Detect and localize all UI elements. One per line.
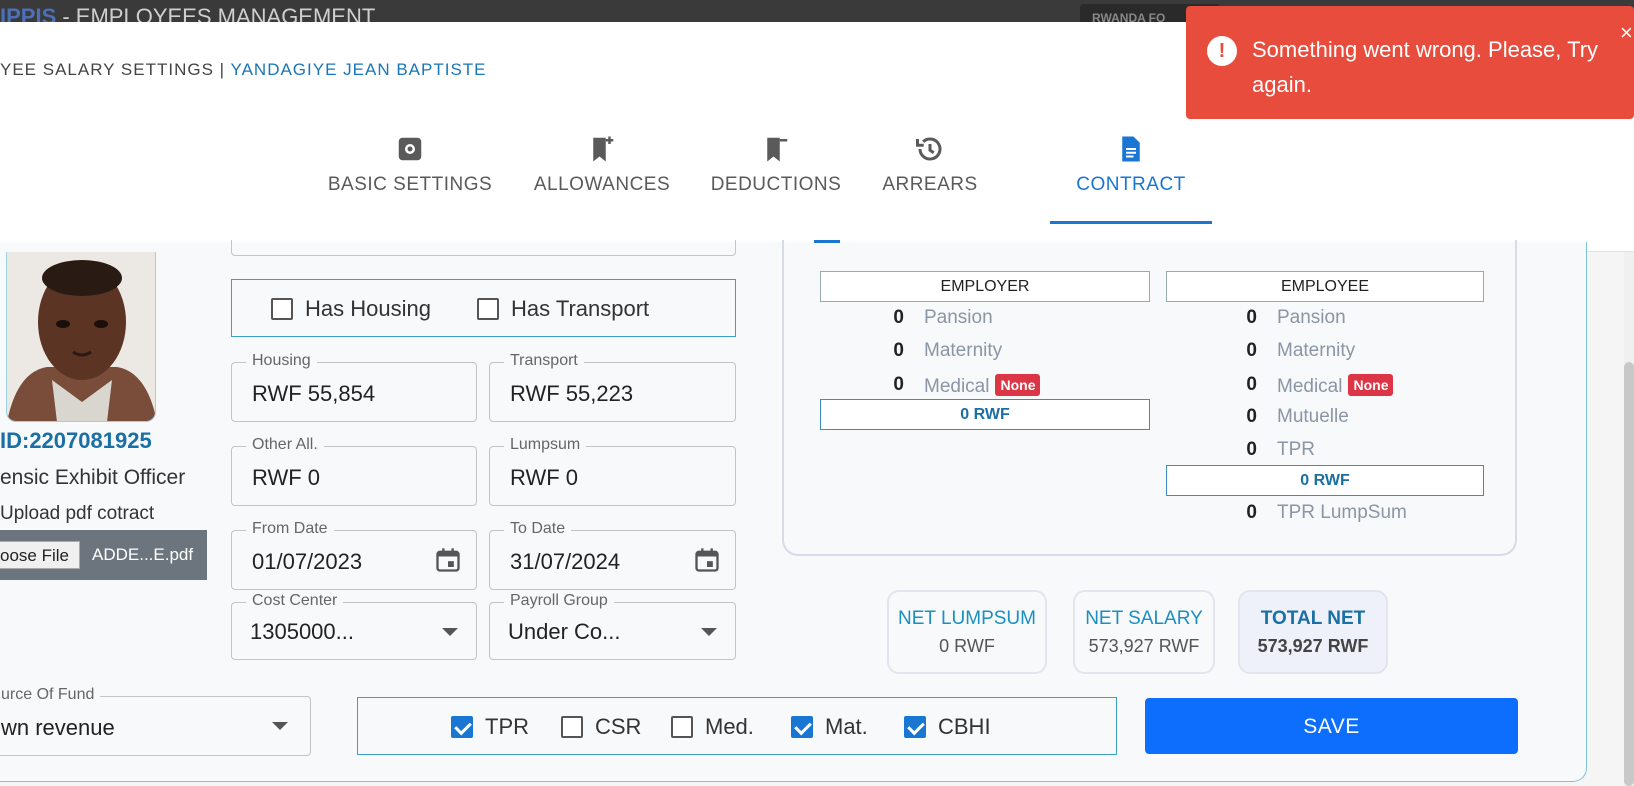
tab-basic-settings[interactable]: BASIC SETTINGS: [318, 110, 502, 224]
choose-file-button[interactable]: oose File: [0, 541, 80, 569]
employer-header: EMPLOYER: [820, 271, 1150, 302]
bookmark-plus-icon: [593, 136, 614, 162]
scrollbar-thumb[interactable]: [1624, 362, 1634, 786]
toast-message: Something went wrong. Please, Try again.: [1252, 37, 1599, 97]
employee-row: 0 Maternity: [1246, 340, 1356, 361]
modal-title: YEE SALARY SETTINGS | YANDAGIYE JEAN BAP…: [0, 60, 487, 79]
has-transport-checkbox[interactable]: Has Transport: [477, 296, 649, 322]
gear-icon: [398, 137, 422, 161]
selected-file-name: ADDE...E.pdf: [92, 545, 194, 564]
checkbox-icon: [791, 715, 813, 738]
employee-row: 0 Mutuelle: [1246, 406, 1349, 427]
employee-name: YANDAGIYE JEAN BAPTISTE: [230, 60, 487, 79]
chevron-down-icon: [442, 628, 458, 636]
employee-row: 0 Pansion: [1246, 307, 1346, 328]
csr-checkbox[interactable]: CSR: [561, 714, 641, 740]
error-toast: ! Something went wrong. Please, Try agai…: [1186, 6, 1634, 119]
from-date-field[interactable]: From Date 01/07/2023: [231, 520, 477, 590]
net-lumpsum-card: NET LUMPSUM 0 RWF: [887, 590, 1047, 674]
total-net-card: TOTAL NET 573,927 RWF: [1238, 590, 1388, 674]
cost-center-select[interactable]: Cost Center 1305000...: [231, 592, 477, 660]
status-badge: None: [995, 374, 1041, 396]
net-salary-card: NET SALARY 573,927 RWF: [1073, 590, 1215, 674]
employee-position: ensic Exhibit Officer: [0, 466, 186, 489]
housing-field[interactable]: Housing RWF 55,854: [231, 352, 477, 422]
bookmark-minus-icon: [767, 137, 788, 162]
tab-deductions[interactable]: DEDUCTIONS: [706, 110, 846, 224]
med-checkbox[interactable]: Med.: [671, 714, 754, 740]
upload-contract-label: Upload pdf cotract: [0, 503, 155, 524]
employer-total: 0 RWF: [820, 399, 1150, 430]
close-toast-icon[interactable]: ×: [1620, 20, 1633, 46]
employee-header: EMPLOYEE: [1166, 271, 1484, 302]
has-housing-checkbox[interactable]: Has Housing: [271, 296, 431, 322]
tpr-checkbox[interactable]: TPR: [451, 714, 529, 740]
chevron-down-icon: [701, 628, 717, 636]
tab-allowances[interactable]: ALLOWANCES: [530, 110, 674, 224]
mat-checkbox[interactable]: Mat.: [791, 714, 868, 740]
checkbox-icon: [671, 715, 693, 738]
checkbox-icon: [904, 715, 926, 738]
transport-field[interactable]: Transport RWF 55,223: [489, 352, 736, 422]
checkbox-icon: [561, 715, 583, 738]
chevron-down-icon: [272, 722, 288, 730]
tab-contract[interactable]: CONTRACT: [1050, 110, 1212, 224]
history-icon: [916, 137, 942, 161]
employee-id: ID:2207081925: [0, 428, 152, 453]
checkbox-icon: [477, 297, 499, 320]
scrollbar[interactable]: [1624, 252, 1634, 786]
status-badge: None: [1348, 374, 1394, 396]
payroll-group-select[interactable]: Payroll Group Under Co...: [489, 592, 736, 660]
employee-photo: [6, 252, 156, 422]
checkbox-icon: [451, 715, 473, 738]
error-icon: !: [1207, 36, 1237, 66]
employee-row: 0 Medical None: [1237, 374, 1394, 404]
employer-row: 0 Pansion: [893, 307, 993, 328]
to-date-field[interactable]: To Date 31/07/2024: [489, 520, 736, 590]
document-icon: [1122, 136, 1140, 162]
contract-panel: ID:2207081925 ensic Exhibit Officer Uplo…: [0, 240, 1634, 786]
previous-field-edge: [231, 240, 736, 256]
panel-tab-indicator: [814, 240, 840, 243]
file-upload-input[interactable]: oose File ADDE...E.pdf: [0, 530, 207, 580]
calendar-icon[interactable]: [434, 545, 462, 575]
contributions-panel: EMPLOYER 0 Pansion 0 Maternity 0 Medical Non…: [782, 240, 1517, 556]
calendar-icon[interactable]: [693, 545, 721, 575]
other-allowance-field[interactable]: Other All. RWF 0: [231, 436, 477, 506]
tab-arrears[interactable]: ARREARS: [878, 110, 982, 224]
checkbox-icon: [271, 297, 293, 320]
cbhi-checkbox[interactable]: CBHI: [904, 714, 991, 740]
tpr-lumpsum-row: 0 TPR LumpSum: [1246, 502, 1407, 523]
deduction-options: TPR CSR Med. Mat. CBHI: [357, 697, 1117, 755]
employer-row: 0 Maternity: [893, 340, 1003, 361]
save-button[interactable]: SAVE: [1145, 698, 1518, 754]
employee-total: 0 RWF: [1166, 465, 1484, 496]
source-of-fund-select[interactable]: urce Of Fund wn revenue: [0, 686, 311, 756]
housing-transport-flags: Has Housing Has Transport: [231, 279, 736, 337]
lumpsum-field[interactable]: Lumpsum RWF 0: [489, 436, 736, 506]
